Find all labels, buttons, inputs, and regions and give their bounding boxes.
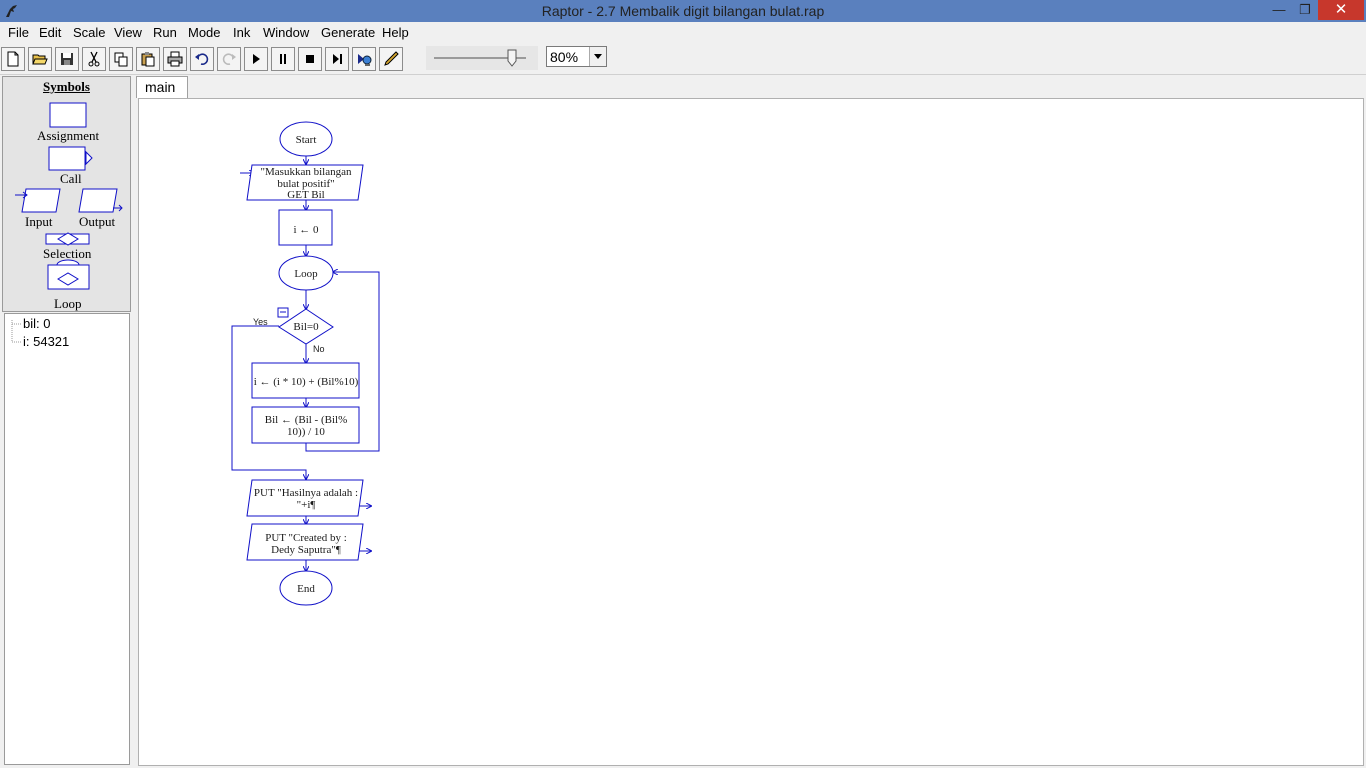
menu-ink[interactable]: Ink	[233, 25, 250, 40]
pause-icon	[280, 54, 286, 64]
output-result-line2: "+i¶	[297, 499, 316, 511]
server-button[interactable]	[352, 47, 376, 71]
zoom-dropdown-arrow[interactable]	[589, 47, 606, 66]
step-button[interactable]	[325, 47, 349, 71]
menu-file[interactable]: File	[8, 25, 29, 40]
pause-button[interactable]	[271, 47, 295, 71]
redo-icon	[222, 53, 236, 66]
menu-generate[interactable]: Generate	[321, 25, 375, 40]
step-icon	[333, 54, 342, 64]
save-button[interactable]	[55, 47, 79, 71]
zoom-value: 80%	[550, 49, 579, 65]
no-label: No	[313, 344, 325, 354]
variable-i[interactable]: i: 54321	[23, 334, 69, 349]
selection-symbol[interactable]	[45, 232, 90, 246]
print-icon	[167, 51, 183, 67]
menu-scale[interactable]: Scale	[73, 25, 106, 40]
menu-edit[interactable]: Edit	[39, 25, 61, 40]
output-author-line1: PUT "Created by :	[265, 532, 347, 544]
server-icon	[358, 54, 372, 66]
undo-icon	[195, 53, 209, 66]
start-label: Start	[296, 134, 317, 146]
menu-view[interactable]: View	[114, 25, 142, 40]
open-folder-icon	[32, 54, 48, 65]
menu-bar: File Edit Scale View Run Mode Ink Window…	[0, 22, 1366, 43]
close-button[interactable]: ✕	[1318, 0, 1364, 20]
paste-icon	[141, 52, 155, 67]
yes-label: Yes	[253, 317, 268, 327]
window-title: Raptor - 2.7 Membalik digit bilangan bul…	[541, 3, 825, 19]
selection-label: Selection	[43, 246, 92, 261]
tab-main-label: main	[145, 79, 176, 95]
open-button[interactable]	[28, 47, 52, 71]
stop-button[interactable]	[298, 47, 322, 71]
symbols-palette: Symbols Assignment Call Input Output Sel…	[2, 76, 131, 312]
slider-thumb[interactable]	[507, 49, 517, 67]
call-symbol[interactable]	[48, 146, 93, 171]
title-bar: Raptor - 2.7 Membalik digit bilangan bul…	[0, 0, 1366, 22]
output-label: Output	[79, 214, 116, 229]
paste-button[interactable]	[136, 47, 160, 71]
output-author-line2: Dedy Saputra"¶	[271, 544, 341, 556]
save-icon	[61, 53, 73, 65]
maximize-button[interactable]: ❐	[1292, 0, 1318, 20]
ink-pen-button[interactable]	[379, 47, 403, 71]
play-icon	[253, 54, 260, 64]
menu-run[interactable]: Run	[153, 25, 177, 40]
end-label: End	[297, 583, 315, 595]
output-symbol[interactable]	[78, 188, 123, 213]
copy-button[interactable]	[109, 47, 133, 71]
cut-icon	[88, 51, 100, 67]
assignment-label: Assignment	[37, 128, 100, 143]
call-label: Call	[60, 171, 82, 186]
condition-label: Bil=0	[293, 321, 319, 333]
speed-slider[interactable]	[426, 46, 538, 70]
new-button[interactable]	[1, 47, 25, 71]
cut-button[interactable]	[82, 47, 106, 71]
assignment-symbol[interactable]	[49, 102, 87, 128]
print-button[interactable]	[163, 47, 187, 71]
variable-bil[interactable]: bil: 0	[23, 316, 50, 331]
zoom-select[interactable]: 80%	[546, 46, 607, 67]
menu-mode[interactable]: Mode	[188, 25, 221, 40]
chevron-down-icon	[594, 54, 602, 59]
input-get-line: GET Bil	[287, 189, 324, 201]
flowchart: Start "Masukkan bilangan bulat positif" …	[231, 121, 380, 606]
loop-symbol[interactable]	[47, 259, 90, 290]
assign-bil-line2: 10)) / 10	[287, 426, 325, 438]
toolbar	[0, 44, 1366, 75]
assign-i-label: i ← (i * 10) + (Bil%10)	[254, 376, 359, 388]
menu-window[interactable]: Window	[263, 25, 309, 40]
assign-init-label: i ← 0	[293, 224, 319, 236]
menu-help[interactable]: Help	[382, 25, 409, 40]
undo-button[interactable]	[190, 47, 214, 71]
stop-icon	[306, 55, 314, 63]
tab-main[interactable]: main	[136, 76, 188, 98]
variables-panel: bil: 0 i: 54321	[4, 313, 130, 765]
output-result-line1: PUT "Hasilnya adalah :	[254, 487, 358, 499]
input-symbol[interactable]	[15, 188, 61, 213]
pen-icon	[384, 51, 399, 66]
palette-shapes	[15, 102, 123, 290]
assign-bil-line1: Bil ← (Bil - (Bil%	[265, 414, 348, 426]
input-prompt-line1: "Masukkan bilangan	[261, 166, 352, 178]
minimize-button[interactable]: —	[1266, 0, 1292, 20]
new-file-icon	[7, 51, 19, 67]
redo-button[interactable]	[217, 47, 241, 71]
loop-label: Loop	[294, 268, 318, 280]
copy-icon	[114, 52, 128, 67]
input-label: Input	[25, 214, 53, 229]
run-button[interactable]	[244, 47, 268, 71]
flowchart-canvas[interactable]: Start "Masukkan bilangan bulat positif" …	[138, 98, 1364, 766]
loop-label: Loop	[54, 296, 82, 311]
